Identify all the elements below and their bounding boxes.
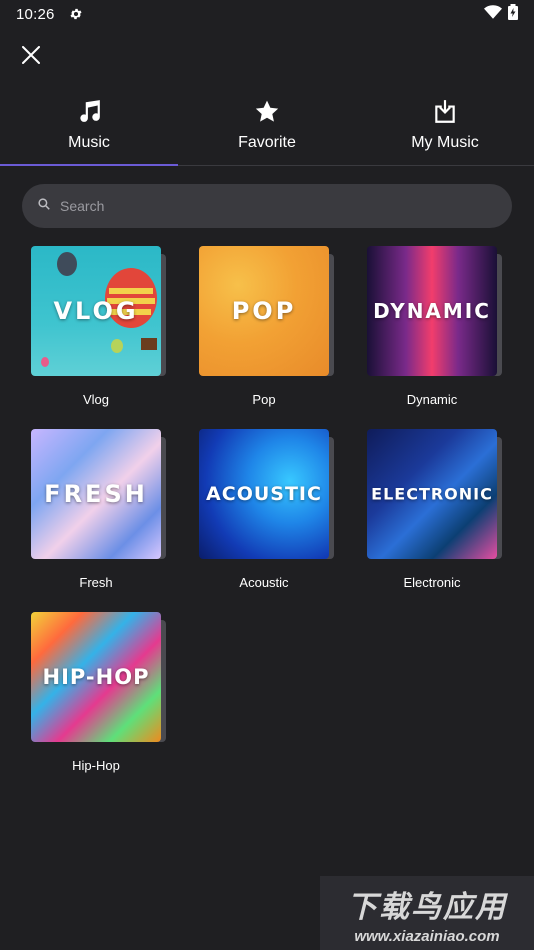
search-input[interactable] xyxy=(60,198,480,214)
category-label: Electronic xyxy=(403,575,461,590)
category-thumbnail: ELECTRONIC xyxy=(367,429,502,559)
tab-music[interactable]: Music xyxy=(0,92,178,166)
category-label: Hip-Hop xyxy=(72,758,120,773)
watermark-chinese-text: 下载鸟应用 xyxy=(347,890,507,924)
tab-bar: Music Favorite My Music xyxy=(0,92,534,166)
battery-icon xyxy=(508,4,518,24)
acoustic-cover-image: ACOUSTIC xyxy=(199,429,329,559)
category-card-electronic[interactable]: ELECTRONIC Electronic xyxy=(367,429,502,612)
status-icons xyxy=(484,4,518,24)
tab-favorite[interactable]: Favorite xyxy=(178,92,356,165)
electronic-cover-title: ELECTRONIC xyxy=(371,484,493,504)
dynamic-cover-title: DYNAMIC xyxy=(373,299,491,323)
category-grid: VLOG Vlog POP Pop DYNAMIC Dynamic FRESH xyxy=(31,246,505,795)
wifi-icon xyxy=(484,5,502,23)
category-thumbnail: VLOG xyxy=(31,246,166,376)
search-icon xyxy=(38,197,50,215)
settings-gear-icon xyxy=(69,7,83,21)
close-button[interactable] xyxy=(18,44,44,70)
category-label: Dynamic xyxy=(406,392,458,407)
status-time: 10:26 xyxy=(16,5,55,23)
star-icon xyxy=(253,98,281,126)
tab-my-music-label: My Music xyxy=(411,134,479,151)
category-thumbnail: DYNAMIC xyxy=(367,246,502,376)
fresh-cover-image: FRESH xyxy=(31,429,161,559)
fresh-cover-title: FRESH xyxy=(44,480,148,508)
category-label: Vlog xyxy=(82,392,110,407)
dynamic-cover-image: DYNAMIC xyxy=(367,246,497,376)
hip-hop-cover-image: HIP-HOP xyxy=(31,612,161,742)
watermark-logo: 下载鸟应用 www.xiazainiao.com xyxy=(320,876,534,950)
tab-my-music[interactable]: My Music xyxy=(356,92,534,165)
download-box-icon xyxy=(431,98,459,126)
music-note-icon xyxy=(75,98,103,126)
category-card-acoustic[interactable]: ACOUSTIC Acoustic xyxy=(199,429,334,612)
tab-music-label: Music xyxy=(68,134,110,151)
vlog-cover-title: VLOG xyxy=(53,297,139,325)
category-label: Acoustic xyxy=(239,575,289,590)
close-icon xyxy=(22,45,40,69)
category-thumbnail: ACOUSTIC xyxy=(199,429,334,559)
tab-favorite-label: Favorite xyxy=(238,134,296,151)
status-bar: 10:26 xyxy=(0,0,534,28)
category-thumbnail: HIP-HOP xyxy=(31,612,166,742)
electronic-cover-image: ELECTRONIC xyxy=(367,429,497,559)
category-card-fresh[interactable]: FRESH Fresh xyxy=(31,429,166,612)
acoustic-cover-title: ACOUSTIC xyxy=(206,483,322,505)
pop-cover-title: POP xyxy=(231,297,297,325)
vlog-cover-image: VLOG xyxy=(31,246,161,376)
watermark-url: www.xiazainiao.com xyxy=(354,927,500,945)
category-thumbnail: FRESH xyxy=(31,429,166,559)
category-thumbnail: POP xyxy=(199,246,334,376)
category-card-hip-hop[interactable]: HIP-HOP Hip-Hop xyxy=(31,612,166,795)
category-card-vlog[interactable]: VLOG Vlog xyxy=(31,246,166,429)
category-label: Pop xyxy=(252,392,276,407)
category-card-pop[interactable]: POP Pop xyxy=(199,246,334,429)
search-bar[interactable] xyxy=(22,184,512,228)
category-label: Fresh xyxy=(79,575,113,590)
hip-hop-cover-title: HIP-HOP xyxy=(42,665,150,689)
category-card-dynamic[interactable]: DYNAMIC Dynamic xyxy=(367,246,502,429)
pop-cover-image: POP xyxy=(199,246,329,376)
